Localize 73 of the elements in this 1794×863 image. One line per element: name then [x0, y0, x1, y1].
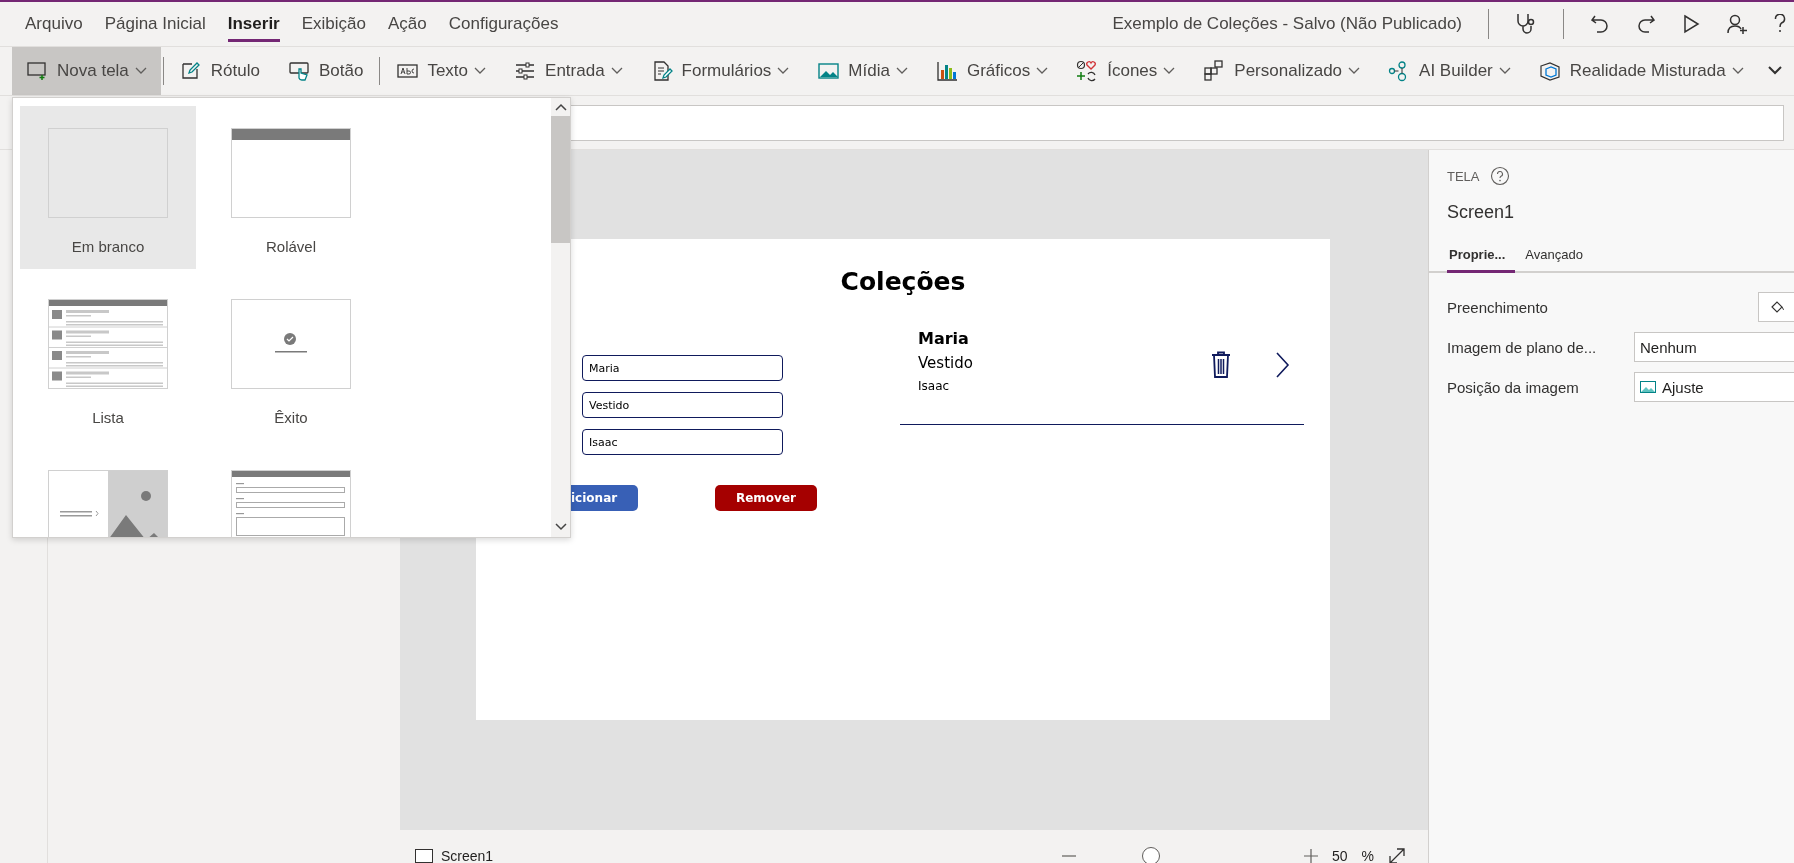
- ribbon-button[interactable]: Rótulo: [165, 47, 274, 95]
- image-icon: [817, 60, 840, 82]
- property-label: Imagem de plano de...: [1447, 338, 1597, 356]
- icon-set-icon: [1076, 60, 1099, 82]
- scroll-down-icon: [554, 523, 567, 531]
- ribbon-button[interactable]: Texto: [382, 47, 501, 95]
- scrollbar[interactable]: [551, 98, 570, 537]
- menu-tab[interactable]: Arquivo: [14, 2, 94, 46]
- screen-label: Screen1: [441, 848, 494, 863]
- ribbon-button[interactable]: Entrada: [500, 47, 637, 95]
- input-field[interactable]: Maria: [582, 355, 783, 381]
- property-dropdown[interactable]: Nenhum: [1634, 332, 1794, 362]
- menu-tab[interactable]: Inserir: [216, 2, 291, 46]
- add-button[interactable]: icionar: [571, 485, 638, 511]
- blocks-icon: [1203, 60, 1226, 82]
- item-title: Maria: [918, 329, 969, 348]
- zoom-out-icon: [1061, 854, 1076, 858]
- pointer-button-icon: [287, 60, 310, 82]
- expand-icon: [1388, 847, 1406, 863]
- bar-chart-icon: [935, 60, 958, 82]
- panel-tab[interactable]: Avançado: [1523, 241, 1599, 273]
- cube-icon: [1538, 60, 1561, 82]
- zoom-in-icon: [1303, 849, 1318, 863]
- item-body: Isaac: [918, 379, 950, 393]
- image-icon: [1640, 381, 1656, 393]
- screen-template[interactable]: Rolável: [203, 106, 379, 269]
- add-user-icon: [1726, 13, 1748, 35]
- ribbon-button[interactable]: Mídia: [803, 47, 922, 95]
- ribbon-button[interactable]: Nova tela: [12, 47, 161, 95]
- new-screen-icon: [26, 60, 48, 82]
- ribbon-button[interactable]: Personalizado: [1189, 47, 1375, 95]
- ribbon-button[interactable]: AI Builder: [1374, 47, 1525, 95]
- item-subtitle: Vestido: [918, 354, 973, 372]
- zoom-value: 50: [1331, 848, 1348, 863]
- stethoscope-icon: [1515, 12, 1537, 36]
- trash-icon: [1211, 351, 1231, 378]
- undo-icon: [1590, 13, 1610, 35]
- panel-tab[interactable]: Proprie...: [1447, 241, 1516, 273]
- redo-icon: [1636, 13, 1656, 35]
- screen-template[interactable]: Em branco: [20, 106, 196, 269]
- scroll-up-icon: [554, 103, 567, 111]
- ribbon-button[interactable]: Realidade Misturada: [1524, 47, 1758, 95]
- edit-icon: [179, 60, 202, 82]
- menu-tab[interactable]: Configurações: [437, 2, 570, 46]
- chevron-right-icon: [1276, 352, 1290, 378]
- property-label: Posição da imagem: [1447, 378, 1579, 396]
- screen-template[interactable]: Êxito: [203, 277, 379, 440]
- chevron-icon: [1767, 66, 1782, 76]
- zoom-unit: %: [1361, 848, 1374, 863]
- ribbon-button[interactable]: Botão: [273, 47, 378, 95]
- screen-icon: [415, 849, 433, 863]
- ribbon-button[interactable]: Ícones: [1062, 47, 1190, 95]
- property-label: Preenchimento: [1447, 298, 1548, 316]
- input-field[interactable]: Vestido: [582, 392, 783, 418]
- property-dropdown[interactable]: Ajuste: [1634, 372, 1794, 402]
- ribbon-button[interactable]: Formulários: [636, 47, 804, 95]
- input-field[interactable]: Isaac: [582, 429, 783, 455]
- ribbon-button[interactable]: Gráficos: [921, 47, 1063, 95]
- menu-tab[interactable]: Ação: [377, 2, 438, 46]
- menu-tab[interactable]: Exibição: [290, 2, 377, 46]
- menu-tab[interactable]: Página Inicial: [93, 2, 217, 46]
- play-icon: [1682, 14, 1700, 34]
- remove-button[interactable]: Remover: [715, 485, 817, 511]
- help-icon: [1774, 14, 1786, 34]
- slider-thumb[interactable]: [1141, 847, 1160, 863]
- document-title: Exemplo de Coleções - Salvo (Não Publicado): [1112, 14, 1462, 34]
- screen-name: Screen1: [1447, 202, 1516, 223]
- sliders-icon: [514, 60, 537, 82]
- screen-title: Coleções: [839, 267, 967, 296]
- fill-color-button[interactable]: [1758, 292, 1794, 322]
- screen-template[interactable]: Lista: [20, 277, 196, 440]
- panel-heading: TELA: [1447, 168, 1480, 184]
- help-icon: [1489, 166, 1510, 186]
